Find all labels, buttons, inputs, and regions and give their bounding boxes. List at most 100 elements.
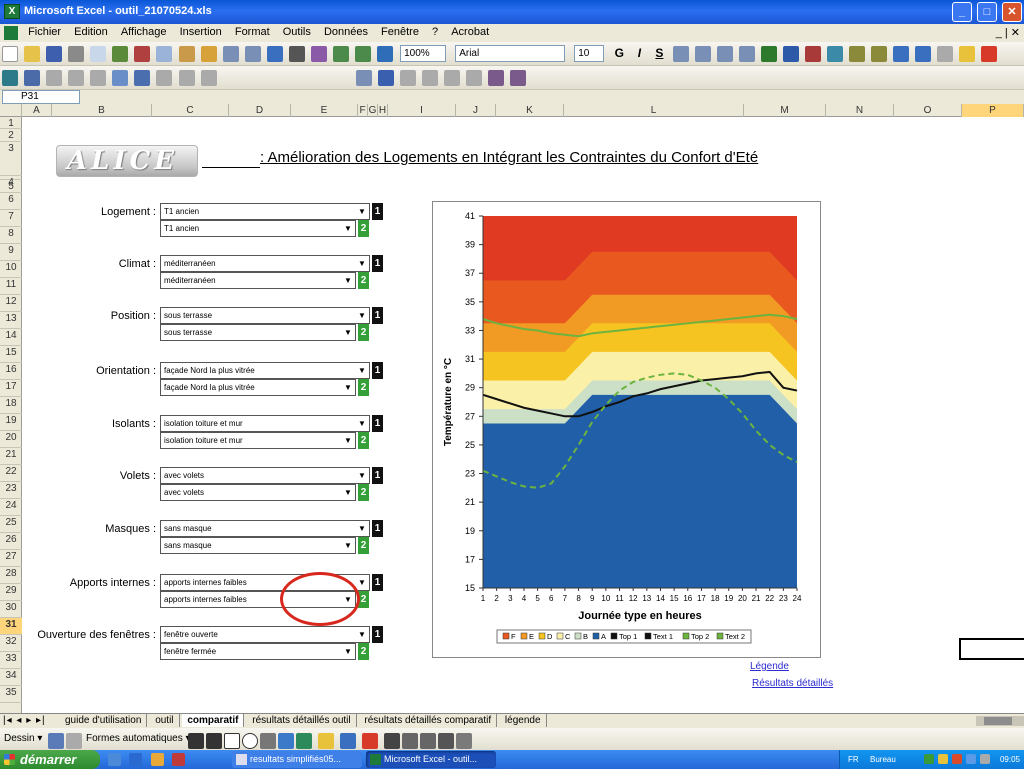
undo-icon[interactable] <box>222 46 239 62</box>
copy-icon[interactable] <box>156 46 173 62</box>
line-color-icon[interactable] <box>340 733 356 749</box>
row-header-14[interactable]: 14 <box>0 329 22 346</box>
tray-icon-security[interactable] <box>938 754 948 764</box>
minimize-button[interactable]: _ <box>951 2 972 22</box>
print-preview-icon[interactable] <box>90 46 107 62</box>
tab-navigation-arrows[interactable]: |◂ ◂ ▸ ▸| <box>3 715 46 726</box>
rectangle-icon[interactable] <box>224 733 240 749</box>
font-color-icon[interactable] <box>981 46 998 62</box>
toolbar-icon-17[interactable] <box>510 70 527 86</box>
thousands-icon[interactable] <box>826 46 843 62</box>
row-header-30[interactable]: 30 <box>0 601 22 618</box>
sort-descending-icon[interactable] <box>355 46 371 62</box>
format-painter-icon[interactable] <box>200 46 217 62</box>
toolbar-icon-2[interactable] <box>24 70 41 86</box>
name-box[interactable]: P31 <box>2 90 80 104</box>
climat-dropdown-2[interactable]: méditerranéen ▼ <box>160 272 356 289</box>
column-header-m[interactable]: M <box>744 104 826 117</box>
row-header-11[interactable]: 11 <box>0 278 22 295</box>
dropdown-arrow-icon[interactable]: ▼ <box>341 485 355 500</box>
column-header-h[interactable]: H <box>378 104 388 117</box>
desktop-toolbar[interactable]: Bureau <box>870 755 896 764</box>
rotate-icon[interactable] <box>66 733 82 749</box>
row-header-31[interactable]: 31 <box>0 618 22 635</box>
start-button[interactable]: démarrer <box>0 750 100 769</box>
print-icon[interactable] <box>68 46 85 62</box>
align-left-icon[interactable] <box>672 46 689 62</box>
dropdown-arrow-icon[interactable]: ▼ <box>341 644 355 659</box>
scrollbar-thumb[interactable] <box>984 717 1012 725</box>
row-header-13[interactable]: 13 <box>0 312 22 329</box>
row-header-7[interactable]: 7 <box>0 210 22 227</box>
worksheet[interactable]: ALICE : Amélioration des Logements en In… <box>22 117 1024 713</box>
media-player-icon[interactable] <box>150 753 164 766</box>
row-header-21[interactable]: 21 <box>0 448 22 465</box>
toolbar-icon-7[interactable] <box>134 70 151 86</box>
dropdown-arrow-icon[interactable]: ▼ <box>355 521 369 536</box>
font-size-select[interactable]: 10 <box>574 45 605 62</box>
column-header-i[interactable]: I <box>388 104 456 117</box>
row-header-27[interactable]: 27 <box>0 550 22 567</box>
toolbar-icon-3[interactable] <box>46 70 63 86</box>
column-header-p[interactable]: P <box>962 104 1024 117</box>
selected-cell-p31[interactable] <box>959 638 1024 660</box>
dropdown-arrow-icon[interactable]: ▼ <box>355 363 369 378</box>
masques-dropdown-2[interactable]: sans masque ▼ <box>160 537 356 554</box>
tab-resultats-detailles-outil[interactable]: résultats détaillés outil <box>247 714 357 727</box>
hyperlink-icon[interactable] <box>266 46 283 62</box>
isolants-dropdown-2[interactable]: isolation toiture et mur ▼ <box>160 432 356 449</box>
show-desktop-icon[interactable] <box>108 753 121 766</box>
menu-fenetre[interactable]: Fenêtre <box>376 24 424 40</box>
oval-icon[interactable] <box>242 733 258 749</box>
sort-ascending-icon[interactable] <box>332 46 349 62</box>
autosum-icon[interactable] <box>288 46 305 62</box>
chart-wizard-icon[interactable] <box>377 46 394 62</box>
row-header-23[interactable]: 23 <box>0 482 22 499</box>
row-header-28[interactable]: 28 <box>0 567 22 584</box>
percent-icon[interactable] <box>804 46 821 62</box>
toolbar-icon-6[interactable] <box>112 70 129 86</box>
column-header-c[interactable]: C <box>152 104 229 117</box>
row-header-22[interactable]: 22 <box>0 465 22 482</box>
textbox-icon[interactable] <box>260 733 276 749</box>
menu-insertion[interactable]: Insertion <box>175 24 227 40</box>
3d-icon[interactable] <box>456 733 472 749</box>
cut-icon[interactable] <box>134 46 151 62</box>
tray-icon-network[interactable] <box>924 754 934 764</box>
toolbar-icon-8[interactable] <box>156 70 173 86</box>
font-select[interactable]: Arial <box>455 45 566 62</box>
toolbar-icon-9[interactable] <box>178 70 195 86</box>
volets-dropdown-1[interactable]: avec volets ▼ <box>160 467 370 484</box>
dropdown-arrow-icon[interactable]: ▼ <box>355 575 369 590</box>
column-header-j[interactable]: J <box>456 104 496 117</box>
row-header-16[interactable]: 16 <box>0 363 22 380</box>
fill-color-icon[interactable] <box>318 733 334 749</box>
maximize-button[interactable]: □ <box>976 2 997 22</box>
legende-link[interactable]: Légende <box>750 661 789 672</box>
new-icon[interactable] <box>2 46 18 62</box>
decimal-increase-icon[interactable] <box>849 46 865 62</box>
toolbar-icon-1[interactable] <box>2 70 18 86</box>
toolbar-icon-5[interactable] <box>90 70 107 86</box>
row-header-15[interactable]: 15 <box>0 346 22 363</box>
masques-dropdown-1[interactable]: sans masque ▼ <box>160 520 370 537</box>
dash-style-icon[interactable] <box>402 733 418 749</box>
document-window-controls[interactable]: _ | ✕ <box>996 26 1020 39</box>
select-all-corner[interactable] <box>0 104 22 117</box>
column-header-e[interactable]: E <box>291 104 358 117</box>
logement-dropdown-2[interactable]: T1 ancien ▼ <box>160 220 356 237</box>
merge-center-icon[interactable] <box>738 46 755 62</box>
row-header-2[interactable]: 2 <box>0 129 22 142</box>
dropdown-arrow-icon[interactable]: ▼ <box>341 433 355 448</box>
menu-outils[interactable]: Outils <box>278 24 316 40</box>
row-header-20[interactable]: 20 <box>0 431 22 448</box>
orientation-dropdown-2[interactable]: façade Nord la plus vitrée ▼ <box>160 379 356 396</box>
draw-menu-button[interactable]: Dessin ▾ <box>4 733 42 744</box>
dropdown-arrow-icon[interactable]: ▼ <box>355 627 369 642</box>
menu-acrobat[interactable]: Acrobat <box>446 24 494 40</box>
row-header-3[interactable]: 3 <box>0 142 22 176</box>
tab-resultats-detailles-comparatif[interactable]: résultats détaillés comparatif <box>359 714 498 727</box>
font-color-icon[interactable] <box>362 733 378 749</box>
dropdown-arrow-icon[interactable]: ▼ <box>355 308 369 323</box>
bold-button[interactable]: G <box>612 46 626 60</box>
